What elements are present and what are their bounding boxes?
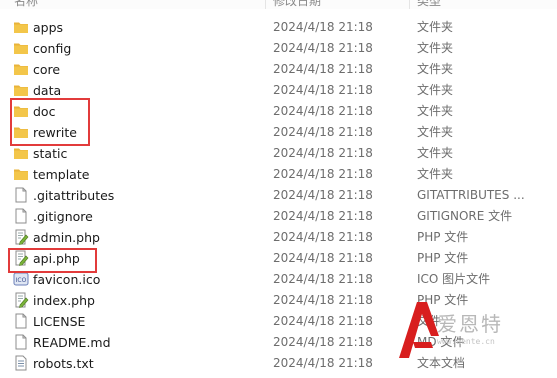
column-header: 名称 修改日期 类型 (0, 0, 557, 9)
text-file-icon (13, 355, 29, 371)
file-modified-date: 2024/4/18 21:18 (273, 272, 373, 286)
file-name: apps (33, 20, 64, 35)
file-icon (13, 313, 29, 329)
file-icon (13, 334, 29, 350)
file-name: static (33, 146, 68, 161)
file-modified-date: 2024/4/18 21:18 (273, 209, 373, 223)
file-name: favicon.ico (33, 272, 101, 287)
file-name: .gitattributes (33, 188, 115, 203)
folder-icon (13, 61, 29, 77)
folder-icon (13, 124, 29, 140)
folder-icon (13, 19, 29, 35)
file-name: LICENSE (33, 314, 86, 329)
file-name: rewrite (33, 125, 77, 140)
file-row[interactable]: rewrite 2024/4/18 21:18 文件夹 (0, 122, 557, 143)
php-file-icon (13, 229, 29, 245)
file-modified-date: 2024/4/18 21:18 (273, 62, 373, 76)
file-modified-date: 2024/4/18 21:18 (273, 314, 373, 328)
file-type: PHP 文件 (417, 251, 469, 265)
file-name: robots.txt (33, 356, 94, 371)
file-type: 文件夹 (417, 83, 454, 97)
column-header-name[interactable]: 名称 (14, 0, 38, 9)
file-row[interactable]: .gitattributes 2024/4/18 21:18 GITATTRIBUT… (0, 185, 557, 206)
file-name: admin.php (33, 230, 100, 245)
file-row[interactable]: config 2024/4/18 21:18 文件夹 (0, 38, 557, 59)
file-row[interactable]: core 2024/4/18 21:18 文件夹 (0, 59, 557, 80)
file-row[interactable]: doc 2024/4/18 21:18 文件夹 (0, 101, 557, 122)
file-type: GITIGNORE 文件 (417, 209, 513, 223)
file-name: api.php (33, 251, 80, 266)
column-header-date[interactable]: 修改日期 (273, 0, 321, 9)
file-row[interactable]: ICO favicon.ico 2024/4/18 21:18 ICO 图片文件 (0, 269, 557, 290)
file-modified-date: 2024/4/18 21:18 (273, 125, 373, 139)
svg-text:ICO: ICO (16, 277, 27, 284)
file-modified-date: 2024/4/18 21:18 (273, 188, 373, 202)
php-file-icon (13, 250, 29, 266)
file-row[interactable]: apps 2024/4/18 21:18 文件夹 (0, 17, 557, 38)
file-modified-date: 2024/4/18 21:18 (273, 230, 373, 244)
folder-icon (13, 145, 29, 161)
file-name: core (33, 62, 61, 77)
column-header-type[interactable]: 类型 (417, 0, 441, 9)
file-name: template (33, 167, 90, 182)
folder-icon (13, 40, 29, 56)
file-name: doc (33, 104, 56, 119)
file-icon (13, 208, 29, 224)
file-modified-date: 2024/4/18 21:18 (273, 83, 373, 97)
file-row[interactable]: admin.php 2024/4/18 21:18 PHP 文件 (0, 227, 557, 248)
file-type: 文件夹 (417, 146, 454, 160)
file-row[interactable]: .gitignore 2024/4/18 21:18 GITIGNORE 文件 (0, 206, 557, 227)
column-divider[interactable] (265, 0, 266, 9)
file-row[interactable]: data 2024/4/18 21:18 文件夹 (0, 80, 557, 101)
file-type: 文件夹 (417, 104, 454, 118)
file-modified-date: 2024/4/18 21:18 (273, 293, 373, 307)
file-modified-date: 2024/4/18 21:18 (273, 356, 373, 370)
file-modified-date: 2024/4/18 21:18 (273, 104, 373, 118)
column-divider[interactable] (409, 0, 410, 9)
file-modified-date: 2024/4/18 21:18 (273, 41, 373, 55)
watermark-text: 爱恩特 (437, 312, 503, 336)
ico-file-icon: ICO (13, 271, 29, 287)
file-name: .gitignore (33, 209, 93, 224)
folder-icon (13, 103, 29, 119)
file-row[interactable]: static 2024/4/18 21:18 文件夹 (0, 143, 557, 164)
file-type: GITATTRIBUTES ... (417, 188, 525, 202)
file-name: config (33, 41, 72, 56)
file-type: 文件夹 (417, 41, 454, 55)
file-type: 文件夹 (417, 62, 454, 76)
file-modified-date: 2024/4/18 21:18 (273, 251, 373, 265)
file-modified-date: 2024/4/18 21:18 (273, 146, 373, 160)
file-modified-date: 2024/4/18 21:18 (273, 335, 373, 349)
file-row[interactable]: template 2024/4/18 21:18 文件夹 (0, 164, 557, 185)
file-type: 文件夹 (417, 125, 454, 139)
file-type: ICO 图片文件 (417, 272, 491, 286)
file-name: index.php (33, 293, 95, 308)
file-type: 文件夹 (417, 167, 454, 181)
file-row[interactable]: api.php 2024/4/18 21:18 PHP 文件 (0, 248, 557, 269)
file-icon (13, 187, 29, 203)
folder-icon (13, 82, 29, 98)
file-modified-date: 2024/4/18 21:18 (273, 167, 373, 181)
file-type: PHP 文件 (417, 230, 469, 244)
file-name: data (33, 83, 62, 98)
file-type: 文件夹 (417, 20, 454, 34)
folder-icon (13, 166, 29, 182)
file-name: README.md (33, 335, 111, 350)
file-modified-date: 2024/4/18 21:18 (273, 20, 373, 34)
watermark-url: www.aente.cn (437, 337, 495, 346)
php-file-icon (13, 292, 29, 308)
